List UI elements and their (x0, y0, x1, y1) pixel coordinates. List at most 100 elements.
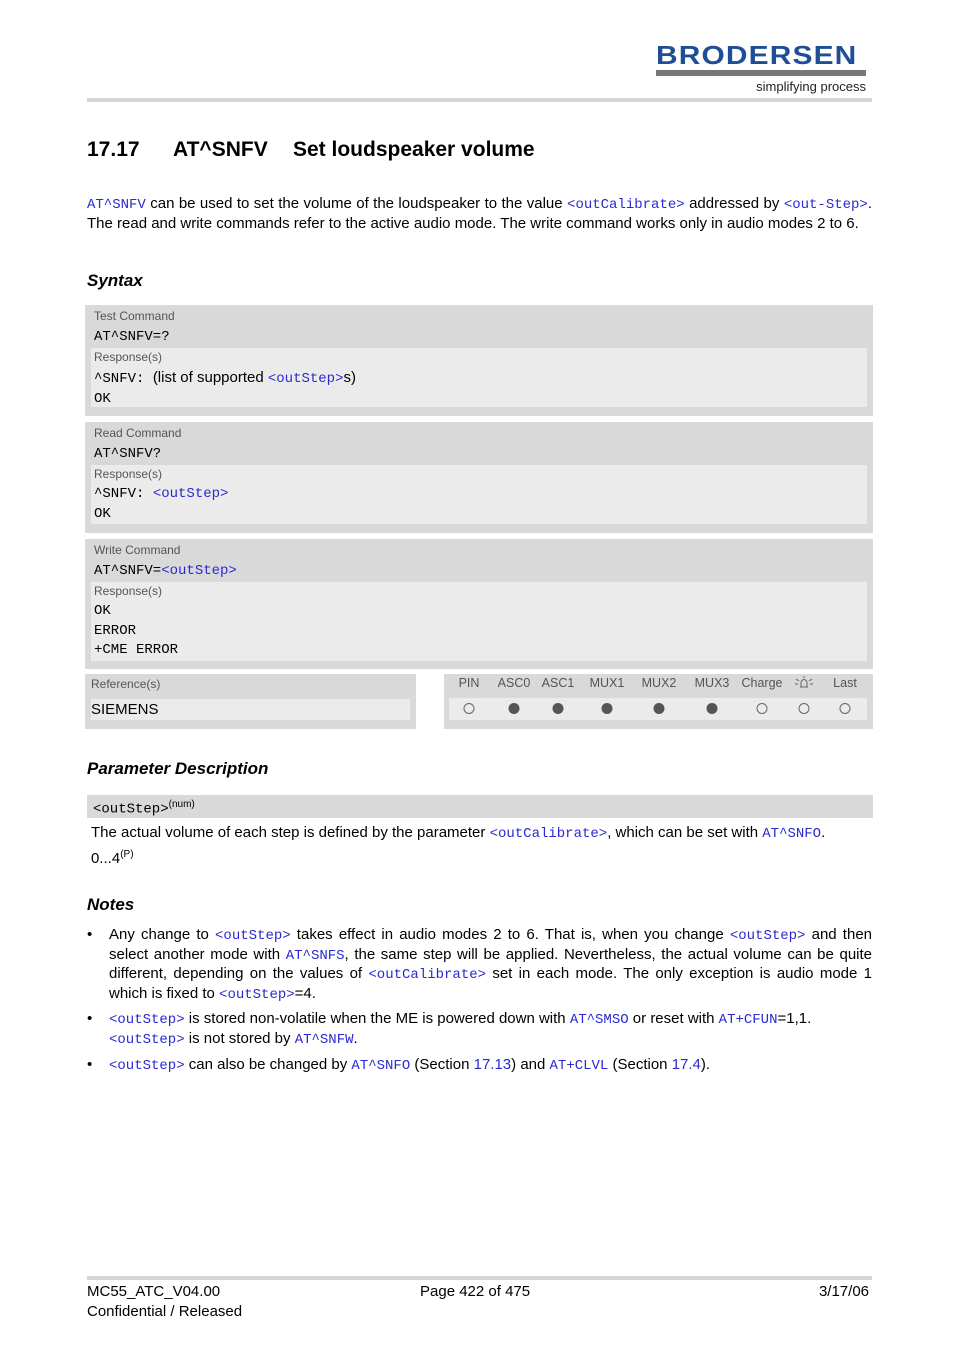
interface-header-pin: PIN (458, 676, 480, 690)
outstep-link[interactable]: <outStep> (219, 987, 295, 1003)
footer-date: 3/17/06 (818, 1283, 869, 1300)
footer-page-number: Page 422 of 475 (420, 1283, 531, 1300)
response-label: Response(s) (94, 350, 163, 364)
footer-divider (87, 1276, 872, 1280)
write-command-label: Write Command (94, 543, 181, 557)
parameter-heading: Parameter Description (87, 759, 269, 778)
outstep-link[interactable]: <outStep> (109, 1058, 185, 1074)
supported-indicator-mux1 (601, 703, 613, 714)
response-ok: OK (94, 603, 111, 619)
interface-header-asc0: ASC0 (497, 676, 531, 690)
interface-header-mux1: MUX1 (589, 676, 625, 690)
outstep-link[interactable]: <outStep> (161, 563, 237, 579)
unsupported-indicator-pin (463, 703, 475, 714)
response-ok: OK (94, 390, 111, 407)
interface-indicators (449, 698, 867, 720)
intro-text: addressed by (684, 195, 784, 212)
note-text: takes effect in audio modes 2 to 6. That… (290, 926, 730, 943)
response-ok: OK (94, 505, 111, 522)
write-command-syntax: AT^SNFV= (94, 563, 162, 579)
unsupported-indicator-charge (756, 703, 768, 714)
outstep-link[interactable]: <outStep> (153, 486, 229, 502)
bullet: • (87, 1010, 93, 1028)
reference-block: Reference(s) SIEMENS (85, 674, 416, 729)
note-text: (Section (410, 1055, 474, 1073)
range-value: 0...4 (91, 850, 121, 867)
outcalibrate-link[interactable]: <outCalibrate> (368, 967, 486, 983)
logo-tagline: simplifying process (756, 79, 866, 94)
response-text: (list of supported (152, 369, 268, 386)
snfs-link[interactable]: AT^SNFS (286, 948, 345, 964)
note-text: . (353, 1029, 358, 1047)
section-title: 17.17 AT^SNFV Set loudspeaker volume (87, 138, 535, 162)
desc-text: The actual volume of each step is define… (91, 824, 490, 841)
response-label: Response(s) (94, 467, 163, 481)
test-command-label: Test Command (94, 309, 175, 323)
note-text: can also be changed by (184, 1055, 352, 1073)
supported-indicator-mux3 (706, 703, 718, 714)
bullet: • (87, 926, 93, 943)
read-command-block: Read Command AT^SNFV? Response(s) ^SNFV:… (85, 422, 873, 533)
interface-header-last: Last (833, 676, 857, 690)
section-17-4-link[interactable]: 17.4 (672, 1056, 701, 1073)
section-number: 17.17 (87, 138, 140, 161)
alarm-icon (794, 676, 814, 693)
outstep-link[interactable]: <outStep> (268, 371, 344, 387)
supported-indicator-asc0 (508, 703, 520, 714)
reference-value: SIEMENS (91, 699, 410, 720)
section-command: AT^SNFV (173, 138, 268, 161)
write-response-box: Response(s) OK ERROR +CME ERROR (91, 582, 867, 661)
note-text: =1,1. (777, 1010, 812, 1028)
parameter-description: The actual volume of each step is define… (91, 824, 825, 842)
header-divider (87, 98, 872, 102)
outcalibrate-link[interactable]: <outCalibrate> (567, 197, 685, 213)
test-command-block: Test Command AT^SNFV=? Response(s) ^SNFV… (85, 305, 873, 416)
outstep-link[interactable]: <out-Step> (784, 197, 868, 213)
response-prefix: ^SNFV: (94, 371, 153, 387)
cfun-link[interactable]: AT+CFUN (719, 1012, 778, 1028)
interface-header-mux3: MUX3 (694, 676, 730, 690)
logo-wordmark: BRODERSEN (656, 40, 858, 70)
response-text: s) (343, 369, 357, 386)
clvl-link[interactable]: AT+CLVL (550, 1058, 609, 1074)
parameter-range: 0...4(P) (91, 849, 134, 867)
snfo-link[interactable]: AT^SNFO (351, 1058, 410, 1074)
note-text: is not stored by (184, 1029, 295, 1047)
response-error: ERROR (94, 622, 137, 639)
alarm-bell-glyph (795, 676, 813, 688)
interface-support-table: PIN ASC0 ASC1 MUX1 MUX2 MUX3 Charge Last (444, 674, 873, 729)
response-label: Response(s) (94, 584, 163, 598)
parameter-name: <outStep> (93, 801, 169, 818)
outcalibrate-link[interactable]: <outCalibrate> (490, 826, 608, 842)
note-text: =4. (294, 984, 316, 1002)
unsupported-indicator-last (839, 703, 851, 714)
note-item: • Any change to <outStep> takes effect i… (87, 926, 872, 1004)
interface-header-charge: Charge (741, 676, 783, 690)
snfw-link[interactable]: AT^SNFW (295, 1032, 354, 1048)
smso-link[interactable]: AT^SMSO (570, 1012, 629, 1028)
supported-indicator-mux2 (653, 703, 665, 714)
read-command-syntax: AT^SNFV? (94, 446, 162, 462)
notes-heading: Notes (87, 895, 135, 914)
parameter-header: <outStep>(num) (87, 795, 873, 818)
snfo-link[interactable]: AT^SNFO (762, 826, 821, 842)
note-text: or reset with (628, 1010, 719, 1028)
section-17-13-link[interactable]: 17.13 (474, 1056, 512, 1073)
range-superscript: (P) (120, 849, 134, 860)
parameter-type: (num) (168, 799, 195, 810)
outstep-link[interactable]: <outStep> (215, 928, 291, 944)
note-text: Any change to (109, 926, 216, 943)
desc-text: , which can be set with (607, 824, 763, 841)
snfv-link[interactable]: AT^SNFV (87, 197, 146, 213)
test-response-box: Response(s) ^SNFV: (list of supported <o… (91, 348, 867, 407)
footer-doc-id: MC55_ATC_V04.00 (87, 1283, 221, 1300)
outstep-link[interactable]: <outStep> (109, 1012, 185, 1028)
section-name: Set loudspeaker volume (293, 138, 535, 161)
notes-list: • Any change to <outStep> takes effect i… (87, 926, 872, 1081)
note-text: is stored non-volatile when the ME is po… (184, 1010, 570, 1028)
footer-status: Confidential / Released (87, 1303, 243, 1320)
interface-header-asc1: ASC1 (541, 676, 575, 690)
outstep-link[interactable]: <outStep> (109, 1032, 185, 1048)
note-text: (Section (608, 1055, 672, 1073)
outstep-link[interactable]: <outStep> (730, 928, 806, 944)
